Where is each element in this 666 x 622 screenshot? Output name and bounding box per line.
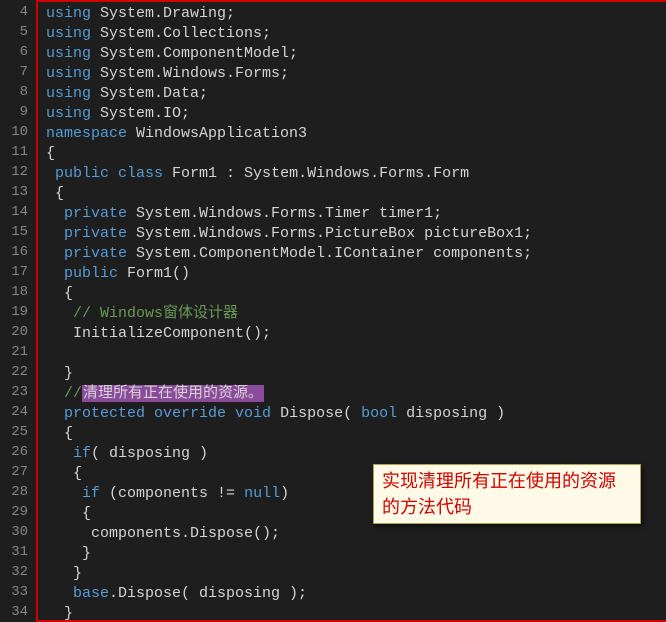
line-number: 7 — [0, 62, 28, 82]
code-line: base.Dispose( disposing ); — [46, 584, 666, 604]
line-number: 11 — [0, 142, 28, 162]
code-line: private System.ComponentModel.IContainer… — [46, 244, 666, 264]
code-line: { — [46, 284, 666, 304]
code-line: { — [46, 144, 666, 164]
code-line: using System.Drawing; — [46, 4, 666, 24]
annotation-text: 实现清理所有正在使用的资源的方法代码 — [382, 471, 616, 517]
code-line — [46, 344, 666, 364]
code-line: } — [46, 544, 666, 564]
code-line: private System.Windows.Forms.PictureBox … — [46, 224, 666, 244]
line-number: 30 — [0, 522, 28, 542]
code-line: { — [46, 184, 666, 204]
line-number: 28 — [0, 482, 28, 502]
line-number: 24 — [0, 402, 28, 422]
code-line: // Windows窗体设计器 — [46, 304, 666, 324]
line-number: 31 — [0, 542, 28, 562]
line-number: 10 — [0, 122, 28, 142]
code-editor: 4567891011121314151617181920212223242526… — [0, 0, 666, 622]
line-number: 33 — [0, 582, 28, 602]
code-line: using System.Collections; — [46, 24, 666, 44]
line-number: 5 — [0, 22, 28, 42]
code-line: //清理所有正在使用的资源。 — [46, 384, 666, 404]
line-number: 16 — [0, 242, 28, 262]
line-number: 27 — [0, 462, 28, 482]
line-number: 34 — [0, 602, 28, 622]
annotation-callout: 实现清理所有正在使用的资源的方法代码 — [373, 464, 641, 524]
line-number: 18 — [0, 282, 28, 302]
line-number: 13 — [0, 182, 28, 202]
code-line: components.Dispose(); — [46, 524, 666, 544]
line-number: 23 — [0, 382, 28, 402]
line-number: 32 — [0, 562, 28, 582]
line-number: 12 — [0, 162, 28, 182]
line-number: 17 — [0, 262, 28, 282]
code-line: protected override void Dispose( bool di… — [46, 404, 666, 424]
line-number: 25 — [0, 422, 28, 442]
code-line: } — [46, 364, 666, 384]
code-line: { — [46, 424, 666, 444]
code-area: using System.Drawing;using System.Collec… — [36, 0, 666, 622]
line-number: 6 — [0, 42, 28, 62]
code-line: using System.ComponentModel; — [46, 44, 666, 64]
code-line: } — [46, 564, 666, 584]
code-line: InitializeComponent(); — [46, 324, 666, 344]
line-number: 15 — [0, 222, 28, 242]
code-line: public Form1() — [46, 264, 666, 284]
line-number: 9 — [0, 102, 28, 122]
code-line: private System.Windows.Forms.Timer timer… — [46, 204, 666, 224]
line-number: 26 — [0, 442, 28, 462]
code-line: using System.Data; — [46, 84, 666, 104]
line-number: 8 — [0, 82, 28, 102]
code-line: namespace WindowsApplication3 — [46, 124, 666, 144]
code-line: } — [46, 604, 666, 622]
code-line: using System.Windows.Forms; — [46, 64, 666, 84]
line-number: 21 — [0, 342, 28, 362]
code-line: using System.IO; — [46, 104, 666, 124]
line-number: 22 — [0, 362, 28, 382]
line-number: 29 — [0, 502, 28, 522]
line-number: 20 — [0, 322, 28, 342]
line-number-gutter: 4567891011121314151617181920212223242526… — [0, 0, 36, 622]
line-number: 19 — [0, 302, 28, 322]
line-number: 14 — [0, 202, 28, 222]
code-line: if( disposing ) — [46, 444, 666, 464]
line-number: 4 — [0, 2, 28, 22]
code-line: public class Form1 : System.Windows.Form… — [46, 164, 666, 184]
